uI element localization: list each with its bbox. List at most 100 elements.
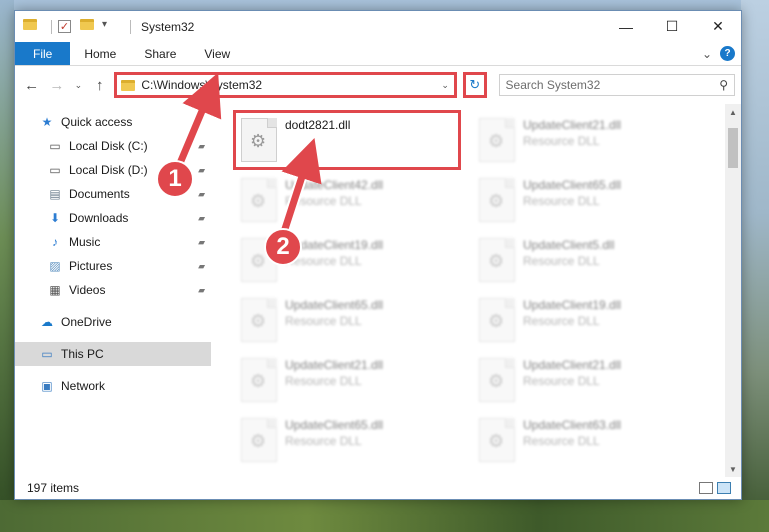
window-controls: — ☐ ✕ [603,11,741,42]
desktop-background-right [741,0,769,532]
address-row: ← → ⌄ ↑ C:\Windows\System32 ⌄ ↻ ⚲ [15,66,741,104]
help-icon[interactable]: ? [720,46,735,61]
dll-file-icon [241,358,277,402]
file-name: dodt2821.dll [285,118,351,132]
sidebar-item-label: Local Disk (C:) [69,139,148,153]
sidebar-item-label: Documents [69,187,130,201]
properties-check-icon[interactable]: ✓ [58,19,74,35]
tab-file[interactable]: File [15,42,71,65]
tab-home[interactable]: Home [70,42,130,65]
file-item[interactable]: UpdateClient21.dll Resource DLL [475,114,705,166]
callout-1: 1 [156,160,194,198]
navigation-pane: ★ Quick access ▭ Local Disk (C:) ▰ ▭ Loc… [15,104,211,477]
network-icon: ▣ [41,379,53,393]
file-item[interactable]: UpdateClient65.dll Resource DLL [475,174,705,226]
tab-share[interactable]: Share [130,42,190,65]
file-name: UpdateClient5.dll [523,238,615,252]
dll-file-icon [479,358,515,402]
forward-button[interactable]: → [46,74,67,96]
file-type: Resource DLL [523,254,600,268]
customize-toolbar-icon[interactable]: ▾ [102,19,118,35]
scroll-thumb[interactable] [728,128,738,168]
dll-file-icon [241,178,277,222]
file-list: dodt2821.dll UpdateClient21.dll Resource … [211,104,741,477]
file-item[interactable]: UpdateClient5.dll Resource DLL [475,234,705,286]
folder-icon [121,79,136,91]
sidebar-item-this-pc[interactable]: ▭ This PC [15,342,211,366]
pin-icon: ▰ [198,260,205,271]
search-input[interactable] [505,78,720,92]
dll-file-icon [479,118,515,162]
dll-file-icon [479,238,515,282]
file-item[interactable]: UpdateClient65.dll Resource DLL [237,414,467,466]
file-name: UpdateClient21.dll [523,118,622,132]
drive-icon: ▭ [49,139,61,153]
file-name: UpdateClient21.dll [285,358,384,372]
large-icons-view-icon[interactable] [717,482,731,494]
file-type: Resource DLL [285,434,362,448]
item-count: 197 items [27,481,80,495]
file-type: Resource DLL [523,374,600,388]
recent-locations-button[interactable]: ⌄ [72,74,86,96]
file-item[interactable]: UpdateClient42.dll Resource DLL [237,174,467,226]
file-type: Resource DLL [285,254,362,268]
file-name: UpdateClient19.dll [523,298,622,312]
sidebar-item-label: Music [69,235,101,249]
sidebar-item-music[interactable]: ♪ Music ▰ [15,230,211,254]
dll-file-icon [241,418,277,462]
cloud-icon: ☁ [41,315,53,329]
sidebar-item-network[interactable]: ▣ Network [15,374,211,398]
view-toggle [699,482,741,494]
new-folder-icon[interactable] [80,18,96,35]
sidebar-item-label: Downloads [69,211,129,225]
dll-file-icon [479,418,515,462]
file-item[interactable]: UpdateClient65.dll Resource DLL [237,294,467,346]
back-button[interactable]: ← [21,74,42,96]
file-item[interactable]: UpdateClient21.dll Resource DLL [237,354,467,406]
address-bar[interactable]: C:\Windows\System32 ⌄ [114,72,458,98]
divider [130,19,131,34]
maximize-button[interactable]: ☐ [649,11,695,42]
sidebar-item-label: Pictures [69,259,113,273]
sidebar-item-local-disk-c[interactable]: ▭ Local Disk (C:) ▰ [15,134,211,158]
content-area: ★ Quick access ▭ Local Disk (C:) ▰ ▭ Loc… [15,104,741,477]
scroll-down-icon[interactable]: ▼ [725,461,741,477]
minimize-button[interactable]: — [603,11,649,42]
callout-2: 2 [264,228,302,266]
vertical-scrollbar[interactable]: ▲ ▼ [725,104,741,477]
close-button[interactable]: ✕ [695,11,741,42]
search-box[interactable]: ⚲ [498,74,735,96]
expand-ribbon-icon[interactable]: ⌄ [702,47,712,61]
details-view-icon[interactable] [699,482,713,494]
star-icon: ★ [41,115,53,129]
sidebar-item-pictures[interactable]: ▨ Pictures ▰ [15,254,211,278]
address-path[interactable]: C:\Windows\System32 [141,78,436,92]
file-item[interactable]: UpdateClient63.dll Resource DLL [475,414,705,466]
chevron-down-icon[interactable]: ⌄ [436,80,454,91]
dll-file-icon [479,178,515,222]
file-item[interactable]: UpdateClient19.dll Resource DLL [475,294,705,346]
pin-icon: ▰ [198,236,205,247]
file-type: Resource DLL [285,314,362,328]
up-button[interactable]: ↑ [89,74,110,96]
documents-icon: ▤ [49,187,61,201]
pin-icon: ▰ [198,212,205,223]
refresh-button[interactable]: ↻ [463,72,487,98]
file-type: Resource DLL [523,134,600,148]
file-name: UpdateClient65.dll [285,298,384,312]
ribbon-tabs: File Home Share View ⌄ ? [15,42,741,66]
file-item[interactable]: UpdateClient21.dll Resource DLL [475,354,705,406]
download-icon: ⬇ [49,211,61,225]
sidebar-item-onedrive[interactable]: ☁ OneDrive [15,310,211,334]
sidebar-item-downloads[interactable]: ⬇ Downloads ▰ [15,206,211,230]
sidebar-item-label: Local Disk (D:) [69,163,148,177]
ribbon-right: ⌄ ? [702,42,741,65]
file-item-dodt2821[interactable]: dodt2821.dll [237,114,467,166]
file-name: UpdateClient42.dll [285,178,384,192]
tab-view[interactable]: View [190,42,244,65]
scroll-up-icon[interactable]: ▲ [725,104,741,120]
folder-icon[interactable] [23,18,39,35]
sidebar-item-quick-access[interactable]: ★ Quick access [15,110,211,134]
search-icon: ⚲ [719,78,728,92]
sidebar-item-videos[interactable]: ▦ Videos ▰ [15,278,211,302]
